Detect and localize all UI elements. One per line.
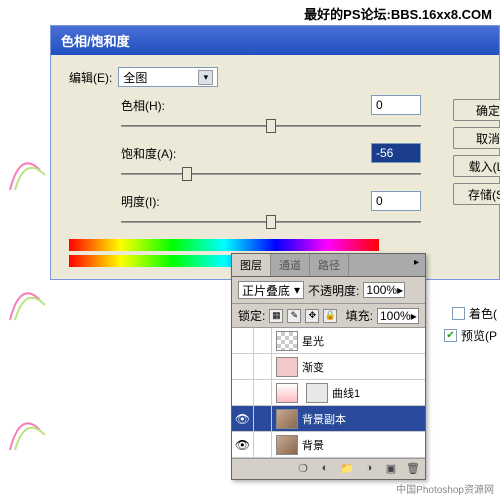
lightness-label: 明度(I): [121, 193, 160, 210]
panel-menu-icon[interactable]: ▸ [408, 254, 425, 276]
hue-gradient-bar [69, 239, 379, 251]
new-layer-icon[interactable]: ▣ [383, 462, 399, 476]
tab-layers[interactable]: 图层 [232, 254, 271, 276]
adjustment-icon[interactable]: ◑ [361, 462, 377, 476]
lock-transparent-icon[interactable]: ▦ [269, 309, 283, 323]
chevron-right-icon: ▸ [397, 283, 403, 297]
edit-value: 全图 [123, 69, 147, 86]
layers-panel: 图层 通道 路径 ▸ 正片叠底▾ 不透明度: 100%▸ 锁定: ▦ ✎ ✥ 🔒… [231, 253, 426, 480]
eye-icon[interactable]: 👁 [232, 432, 254, 458]
layer-thumbnail [276, 331, 298, 351]
tab-paths[interactable]: 路径 [310, 254, 349, 276]
fx-icon[interactable]: ❍ [295, 462, 311, 476]
colorize-label: 着色( [469, 305, 497, 322]
lock-label: 锁定: [238, 307, 265, 324]
layer-thumbnail [276, 435, 298, 455]
layer-thumbnail [276, 383, 298, 403]
lock-brush-icon[interactable]: ✎ [287, 309, 301, 323]
layer-row[interactable]: 👁背景副本 [232, 406, 425, 432]
dialog-title: 色相/饱和度 [51, 26, 499, 55]
visibility-icon[interactable] [232, 328, 254, 354]
trash-icon[interactable]: 🗑 [405, 462, 421, 476]
decorative-swirl [0, 400, 60, 460]
ok-button[interactable]: 确定 [453, 99, 500, 121]
folder-icon[interactable]: 📁 [339, 462, 355, 476]
layer-row[interactable]: 曲线1 [232, 380, 425, 406]
watermark-bottom: 中国Photoshop资源网 [396, 481, 494, 496]
chevron-down-icon: ▾ [198, 70, 213, 85]
mask-icon[interactable]: ◐ [317, 462, 333, 476]
hue-slider[interactable] [121, 119, 421, 133]
lock-move-icon[interactable]: ✥ [305, 309, 319, 323]
layer-row[interactable]: 星光 [232, 328, 425, 354]
chevron-down-icon: ▾ [294, 283, 300, 297]
visibility-icon[interactable] [232, 354, 254, 380]
visibility-icon[interactable] [232, 380, 254, 406]
hue-input[interactable]: 0 [371, 95, 421, 115]
fill-label: 填充: [346, 307, 373, 324]
saturation-label: 饱和度(A): [121, 145, 176, 162]
save-button[interactable]: 存储(S) [453, 183, 500, 205]
layer-row[interactable]: 👁背景 [232, 432, 425, 458]
layer-list: 星光 渐变 曲线1 👁背景副本 👁背景 [232, 328, 425, 458]
blend-mode-dropdown[interactable]: 正片叠底▾ [238, 281, 304, 299]
lock-all-icon[interactable]: 🔒 [323, 309, 337, 323]
hue-label: 色相(H): [121, 97, 165, 114]
saturation-input[interactable]: -56 [371, 143, 421, 163]
lightness-input[interactable]: 0 [371, 191, 421, 211]
preview-label: 预览(P [461, 327, 497, 344]
chevron-right-icon: ▸ [411, 309, 417, 323]
preview-checkbox[interactable]: ✔ [444, 329, 457, 342]
saturation-slider[interactable] [121, 167, 421, 181]
lightness-slider[interactable] [121, 215, 421, 229]
eye-icon[interactable]: 👁 [232, 406, 254, 432]
layer-thumbnail [276, 357, 298, 377]
watermark-top: 最好的PS论坛:BBS.16xx8.COM [304, 4, 492, 23]
cancel-button[interactable]: 取消 [453, 127, 500, 149]
mask-thumbnail [306, 383, 328, 403]
fill-input[interactable]: 100%▸ [377, 308, 419, 324]
edit-label: 编辑(E): [69, 69, 112, 86]
colorize-checkbox[interactable] [452, 307, 465, 320]
layer-thumbnail [276, 409, 298, 429]
opacity-label: 不透明度: [308, 282, 359, 299]
load-button[interactable]: 载入(L) [453, 155, 500, 177]
opacity-input[interactable]: 100%▸ [363, 282, 405, 298]
layer-row[interactable]: 渐变 [232, 354, 425, 380]
tab-channels[interactable]: 通道 [271, 254, 310, 276]
hue-saturation-dialog: 色相/饱和度 编辑(E): 全图 ▾ 色相(H): 0 饱和度(A): -56 … [50, 25, 500, 280]
edit-dropdown[interactable]: 全图 ▾ [118, 67, 218, 87]
